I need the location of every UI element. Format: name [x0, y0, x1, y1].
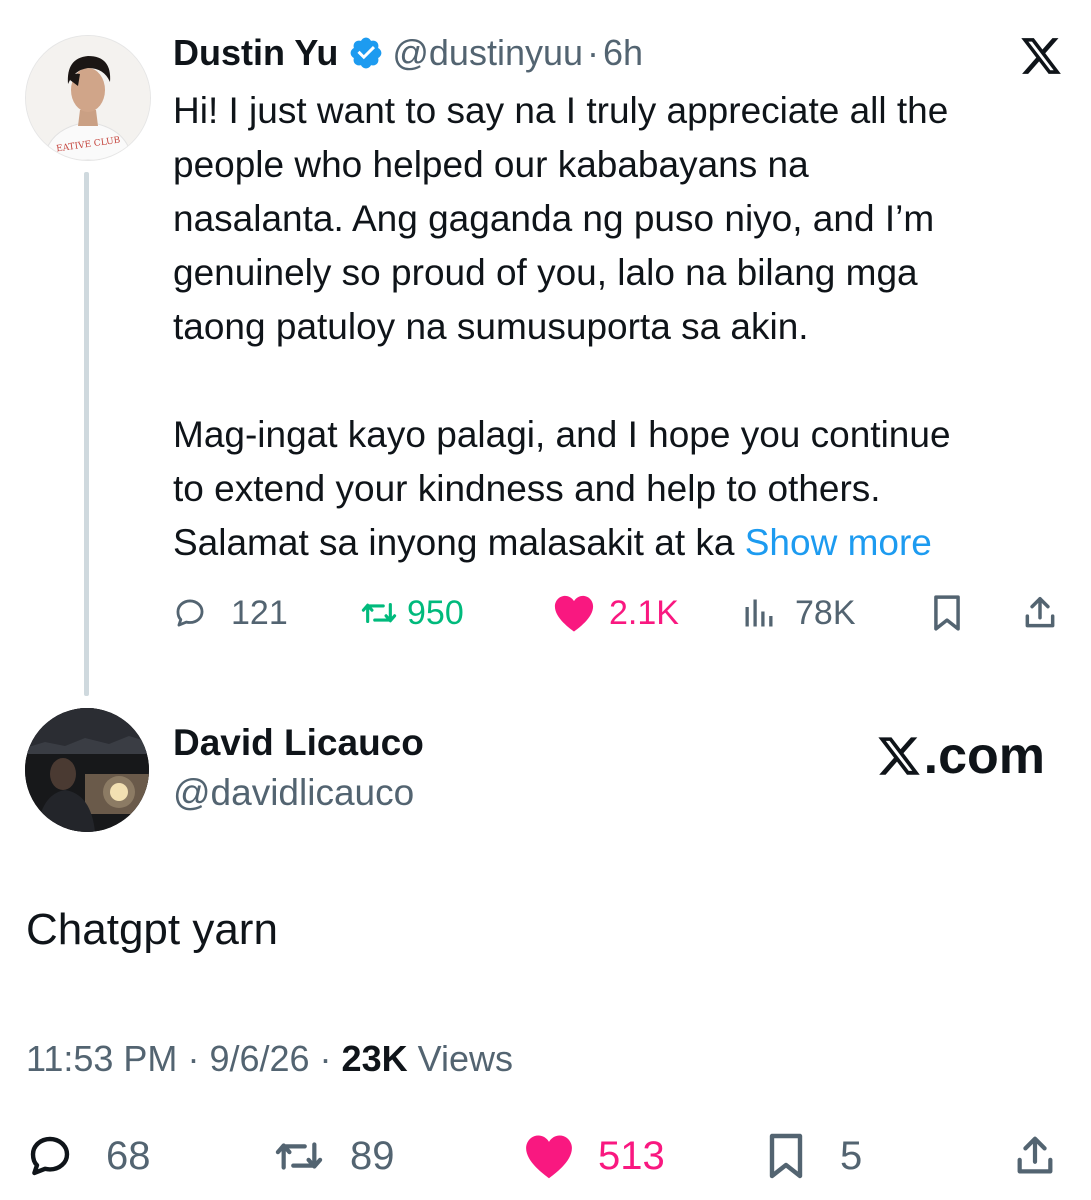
views-label: Views	[417, 1038, 513, 1079]
share-icon	[1025, 597, 1055, 628]
meta-separator: ·	[187, 1038, 210, 1079]
tweet-text-line: Hi! I just want to say na I truly apprec…	[173, 90, 949, 131]
views-icon	[745, 599, 773, 627]
show-more-link[interactable]: Show more	[745, 522, 932, 563]
thread-connector-line	[84, 172, 89, 696]
tweet-text-line: people who helped our kababayans na	[173, 144, 809, 185]
reply-author-avatar[interactable]	[25, 708, 149, 832]
tweet-text-line: taong patuloy na sumusuporta sa akin.	[173, 306, 809, 347]
quoted-tweet-header: Dustin Yu @dustinyuu · 6h	[173, 28, 643, 78]
views-count: 23K	[341, 1038, 408, 1079]
repost-icon	[361, 602, 397, 624]
share-icon	[1017, 1136, 1053, 1174]
quoted-author-avatar[interactable]: EATIVE CLUB	[25, 35, 151, 161]
tweet-text-line: Mag-ingat kayo palagi, and I hope you co…	[173, 414, 951, 455]
bookmark-count: 5	[840, 1133, 863, 1178]
repost-button[interactable]: 89	[270, 1128, 395, 1184]
reply-button[interactable]: 121	[173, 588, 288, 638]
tweet-text-line: genuinely so proud of you, lalo na bilan…	[173, 252, 918, 293]
like-count: 513	[598, 1133, 665, 1178]
tweet-time[interactable]: 11:53 PM	[26, 1038, 177, 1079]
views-button[interactable]: 78K	[741, 588, 856, 638]
reply-icon	[30, 1136, 70, 1176]
bookmark-icon	[769, 1133, 803, 1179]
heart-icon	[554, 595, 594, 632]
views-count: 78K	[795, 593, 856, 632]
meta-separator: ·	[319, 1038, 342, 1079]
quoted-tweet-actions: 121 950 2.1K 78K	[173, 588, 1063, 638]
platform-domain-label: .com	[923, 727, 1045, 785]
reply-author-handle[interactable]: @davidlicauco	[173, 772, 414, 814]
like-button[interactable]: 513	[522, 1128, 665, 1184]
repost-icon	[275, 1142, 323, 1170]
avatar-photo	[25, 708, 149, 832]
reply-tweet-meta: 11:53 PM · 9/6/26 · 23K Views	[26, 1038, 513, 1080]
reply-count: 68	[106, 1133, 151, 1178]
like-count: 2.1K	[609, 593, 679, 632]
x-logo-icon	[878, 737, 920, 775]
reply-tweet-text: Chatgpt yarn	[26, 905, 278, 954]
x-logo-icon	[1021, 38, 1061, 74]
repost-button[interactable]: 950	[359, 588, 464, 638]
bookmark-button[interactable]: 5	[766, 1128, 862, 1184]
bookmark-icon	[934, 595, 960, 631]
reply-count: 121	[231, 593, 288, 632]
quoted-author-name[interactable]: Dustin Yu	[173, 32, 338, 74]
share-button[interactable]	[1012, 1128, 1058, 1184]
reply-author-name[interactable]: David Licauco	[173, 722, 424, 764]
repost-count: 89	[350, 1133, 395, 1178]
quoted-tweet-time[interactable]: 6h	[603, 32, 643, 74]
reply-button[interactable]: 68	[26, 1128, 151, 1184]
reply-icon	[176, 599, 204, 627]
repost-count: 950	[407, 593, 464, 632]
share-button[interactable]	[1021, 588, 1059, 638]
header-separator: ·	[587, 32, 600, 73]
tweet-date[interactable]: 9/6/26	[209, 1038, 309, 1079]
quoted-author-handle[interactable]: @dustinyuu	[392, 32, 583, 74]
tweet-text-line: Salamat sa inyong malasakit at ka	[173, 522, 745, 563]
tweet-text-last-line: Salamat sa inyong malasakit at ka Show m…	[173, 516, 1063, 570]
reply-tweet-actions: 68 89 513 5	[26, 1128, 1066, 1184]
quoted-tweet-body: Hi! I just want to say na I truly apprec…	[173, 84, 1063, 570]
verified-badge-icon	[350, 37, 382, 69]
heart-icon	[526, 1135, 572, 1179]
like-button[interactable]: 2.1K	[551, 588, 679, 638]
tweet-text-line: to extend your kindness and help to othe…	[173, 468, 881, 509]
x-com-wordmark: .com	[876, 727, 1045, 785]
bookmark-button[interactable]	[931, 588, 963, 638]
tweet-text-line: nasalanta. Ang gaganda ng puso niyo, and…	[173, 198, 935, 239]
